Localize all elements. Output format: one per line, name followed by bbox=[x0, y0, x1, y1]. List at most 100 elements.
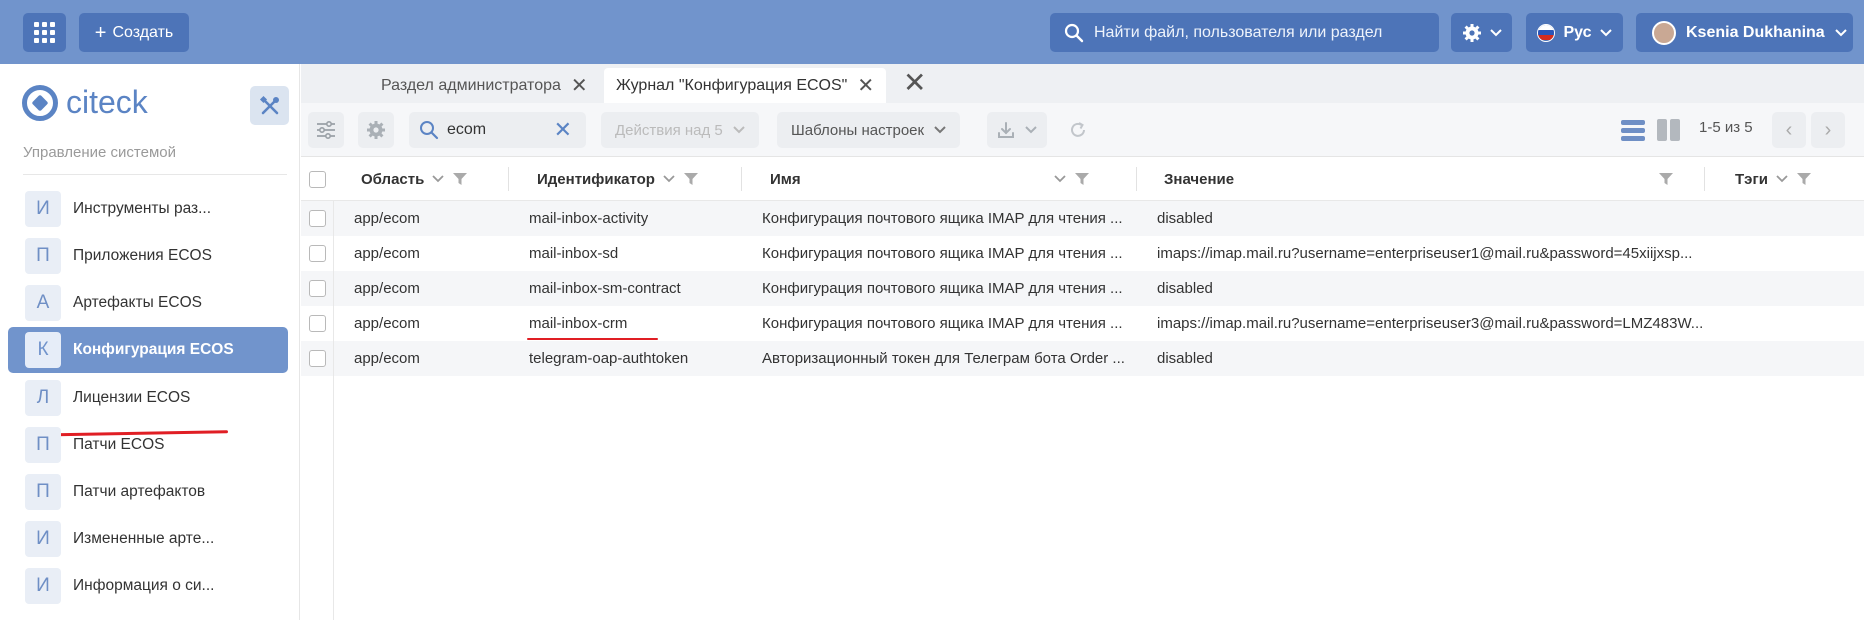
column-header-tags[interactable]: Тэги bbox=[1735, 157, 1812, 201]
close-icon[interactable]: ✕ bbox=[857, 73, 874, 98]
tab-ecos-config-journal[interactable]: Журнал "Конфигурация ECOS" ✕ bbox=[604, 68, 887, 103]
sidebar-item-letter: А bbox=[25, 285, 61, 321]
chevron-down-icon[interactable] bbox=[1054, 175, 1066, 183]
column-separator[interactable] bbox=[1704, 167, 1705, 191]
row-checkbox[interactable] bbox=[309, 210, 326, 227]
apps-menu-button[interactable] bbox=[23, 13, 66, 52]
column-separator[interactable] bbox=[1136, 167, 1137, 191]
close-icon[interactable]: ✕ bbox=[571, 73, 588, 98]
sidebar-subtitle: Управление системой bbox=[23, 144, 177, 161]
prev-page-button[interactable]: ‹ bbox=[1772, 112, 1806, 148]
table-row[interactable]: app/ecom mail-inbox-activity Конфигураци… bbox=[301, 201, 1864, 236]
bulk-actions-label: Действия над 5 bbox=[615, 121, 723, 139]
language-label: Рус bbox=[1563, 23, 1592, 41]
settings-menu-button[interactable] bbox=[1451, 13, 1512, 52]
table-row[interactable]: app/ecom mail-inbox-sm-contract Конфигур… bbox=[301, 271, 1864, 306]
select-all-checkbox[interactable] bbox=[309, 171, 326, 188]
journal-search-input[interactable] bbox=[447, 121, 547, 139]
tools-button[interactable] bbox=[250, 86, 289, 125]
cell-name: Конфигурация почтового ящика IMAP для чт… bbox=[762, 210, 1123, 227]
sidebar-item-label: Конфигурация ECOS bbox=[73, 341, 234, 358]
filter-settings-button[interactable] bbox=[308, 112, 344, 148]
cell-identifier: telegram-oap-authtoken bbox=[529, 350, 689, 367]
grid-icon bbox=[34, 22, 55, 43]
split-view-icon[interactable] bbox=[1656, 117, 1682, 147]
sidebar-item-letter: Л bbox=[25, 380, 61, 416]
cell-identifier: mail-inbox-crm bbox=[529, 315, 628, 332]
citeck-logo[interactable]: citeck bbox=[22, 84, 148, 121]
chevron-down-icon bbox=[1599, 28, 1612, 36]
list-view-icon[interactable] bbox=[1620, 117, 1646, 147]
column-header-value[interactable]: Значение bbox=[1164, 157, 1674, 201]
tab-admin-section[interactable]: Раздел администратора ✕ bbox=[369, 68, 600, 103]
cell-value: disabled bbox=[1157, 210, 1213, 227]
plus-icon: + bbox=[94, 21, 107, 44]
sidebar-item-ecos-apps[interactable]: П Приложения ECOS bbox=[8, 233, 288, 279]
clear-search-icon[interactable]: ✕ bbox=[554, 117, 572, 143]
sidebar-item-system-info[interactable]: И Информация о си... bbox=[8, 563, 288, 609]
cell-name: Конфигурация почтового ящика IMAP для чт… bbox=[762, 245, 1123, 262]
cell-value: imaps://imap.mail.ru?username=enterprise… bbox=[1157, 245, 1693, 262]
sidebar-item-ecos-patches[interactable]: П Патчи ECOS bbox=[8, 422, 288, 468]
filter-icon[interactable] bbox=[1796, 172, 1812, 186]
user-menu-button[interactable]: Ksenia Dukhanina bbox=[1636, 13, 1853, 52]
logo-text: citeck bbox=[66, 84, 148, 120]
global-search-input[interactable]: Найти файл, пользователя или раздел bbox=[1050, 13, 1439, 52]
sidebar-divider bbox=[23, 174, 287, 175]
sidebar-item-label: Измененные арте... bbox=[73, 530, 215, 547]
create-button[interactable]: + Создать bbox=[79, 13, 189, 52]
chevron-down-icon[interactable] bbox=[1776, 175, 1788, 183]
sidebar-item-artifact-patches[interactable]: П Патчи артефактов bbox=[8, 469, 288, 515]
cell-area: app/ecom bbox=[354, 315, 420, 332]
cell-identifier: mail-inbox-activity bbox=[529, 210, 649, 227]
language-selector[interactable]: Рус bbox=[1526, 13, 1623, 52]
column-header-identifier[interactable]: Идентификатор bbox=[537, 157, 699, 201]
chevron-down-icon[interactable] bbox=[663, 175, 675, 183]
settings-templates-dropdown[interactable]: Шаблоны настроек bbox=[777, 112, 961, 148]
table-header: Область Идентификатор Имя Значение Тэги bbox=[301, 157, 1864, 201]
chevron-down-icon[interactable] bbox=[432, 175, 444, 183]
bulk-actions-dropdown[interactable]: Действия над 5 bbox=[601, 112, 759, 148]
sidebar-item-changed-artifacts[interactable]: И Измененные арте... bbox=[8, 516, 288, 562]
cell-area: app/ecom bbox=[354, 210, 420, 227]
sliders-icon bbox=[317, 121, 335, 139]
refresh-icon[interactable] bbox=[1069, 121, 1087, 143]
table-row[interactable]: app/ecom mail-inbox-sd Конфигурация почт… bbox=[301, 236, 1864, 271]
sidebar-item-label: Патчи артефактов bbox=[73, 483, 206, 500]
export-dropdown[interactable] bbox=[987, 112, 1047, 148]
close-all-tabs-icon[interactable]: ✕ bbox=[903, 69, 926, 97]
cell-area: app/ecom bbox=[354, 350, 420, 367]
filter-icon[interactable] bbox=[452, 172, 468, 186]
sidebar-item-letter: П bbox=[25, 427, 61, 463]
journal-settings-button[interactable] bbox=[358, 112, 394, 148]
table-row[interactable]: app/ecom telegram-oap-authtoken Авториза… bbox=[301, 341, 1864, 376]
sidebar-item-label: Патчи ECOS bbox=[73, 436, 165, 453]
sidebar-item-ecos-config[interactable]: К Конфигурация ECOS bbox=[8, 327, 288, 373]
sidebar-item-ecos-artifacts[interactable]: А Артефакты ECOS bbox=[8, 280, 288, 326]
column-header-area[interactable]: Область bbox=[361, 157, 468, 201]
chevron-left-icon: ‹ bbox=[1785, 118, 1793, 141]
sidebar-item-dev-tools[interactable]: И Инструменты раз... bbox=[8, 186, 288, 232]
sidebar-item-ecos-licenses[interactable]: Л Лицензии ECOS bbox=[8, 375, 288, 421]
cell-name: Конфигурация почтового ящика IMAP для чт… bbox=[762, 315, 1123, 332]
journal-search[interactable]: ✕ bbox=[409, 112, 586, 148]
row-checkbox[interactable] bbox=[309, 245, 326, 262]
chevron-right-icon: › bbox=[1824, 118, 1832, 141]
filter-icon[interactable] bbox=[1074, 172, 1090, 186]
row-checkbox[interactable] bbox=[309, 315, 326, 332]
chevron-down-icon bbox=[934, 126, 946, 134]
column-separator[interactable] bbox=[508, 167, 509, 191]
tab-label: Журнал "Конфигурация ECOS" bbox=[616, 76, 848, 94]
red-annotation-underline bbox=[527, 338, 658, 340]
row-checkbox[interactable] bbox=[309, 350, 326, 367]
search-icon bbox=[1064, 23, 1084, 42]
table-row[interactable]: app/ecom mail-inbox-crm Конфигурация поч… bbox=[301, 306, 1864, 341]
row-checkbox[interactable] bbox=[309, 280, 326, 297]
column-separator[interactable] bbox=[741, 167, 742, 191]
next-page-button[interactable]: › bbox=[1811, 112, 1845, 148]
filter-icon[interactable] bbox=[683, 172, 699, 186]
cell-identifier: mail-inbox-sm-contract bbox=[529, 280, 681, 297]
filter-icon[interactable] bbox=[1658, 172, 1674, 186]
sidebar-item-letter: П bbox=[25, 474, 61, 510]
column-header-name[interactable]: Имя bbox=[770, 157, 1090, 201]
